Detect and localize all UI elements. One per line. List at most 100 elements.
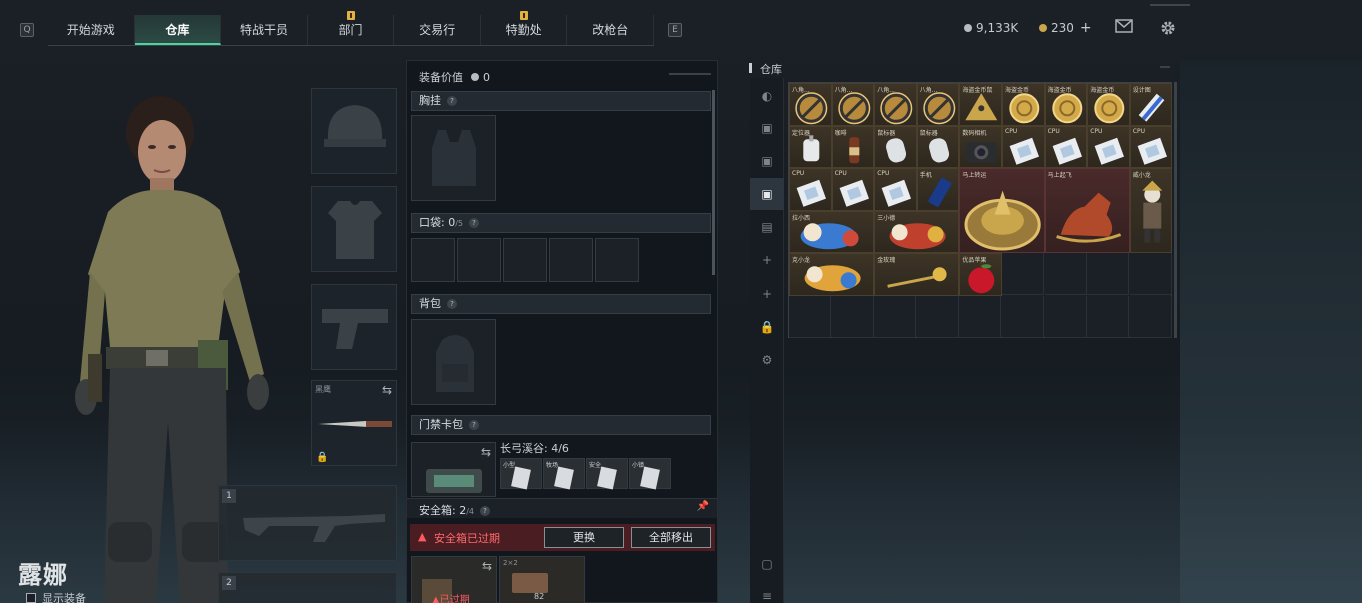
keycard-item[interactable]: 牧场 bbox=[543, 458, 585, 490]
warehouse-settings-icon[interactable]: ⚙ bbox=[750, 344, 784, 376]
pistol-slot[interactable] bbox=[311, 284, 397, 370]
grid-cell[interactable] bbox=[1002, 253, 1044, 296]
warehouse-item[interactable]: 定位器 bbox=[789, 125, 832, 169]
warehouse-item[interactable]: CPU bbox=[1087, 125, 1130, 169]
warehouse-item[interactable]: CPU bbox=[1044, 125, 1088, 169]
prev-tab-key[interactable]: Q bbox=[20, 23, 34, 37]
next-tab-key[interactable]: E bbox=[668, 23, 682, 37]
layers-icon[interactable]: ≡ bbox=[750, 580, 784, 603]
warehouse-item[interactable]: 海盗金币 bbox=[1087, 83, 1130, 126]
chest-rig-slot[interactable] bbox=[411, 115, 496, 201]
armor-slot[interactable] bbox=[311, 186, 397, 272]
remove-all-button[interactable]: 全部移出 bbox=[631, 527, 711, 548]
safe-box-slot[interactable]: ⇆ ▲已过期 bbox=[411, 556, 497, 603]
warehouse-tab-all-icon[interactable]: ◐ bbox=[750, 80, 784, 112]
warehouse-item[interactable]: CPU bbox=[874, 168, 917, 211]
grid-cell[interactable] bbox=[1129, 296, 1172, 338]
helmet-slot[interactable] bbox=[311, 88, 397, 174]
primary-weapon-slot-1[interactable] bbox=[218, 485, 397, 561]
warehouse-item[interactable]: CPU bbox=[789, 168, 832, 211]
pocket-slot-2[interactable] bbox=[457, 238, 501, 282]
warehouse-item[interactable]: 八角... bbox=[874, 83, 917, 126]
swap-icon[interactable]: ⇆ bbox=[482, 559, 492, 573]
tab-3[interactable]: 部门 bbox=[308, 11, 395, 45]
grid-cell[interactable] bbox=[1087, 296, 1130, 338]
warehouse-item[interactable]: CPU bbox=[831, 168, 875, 211]
grid-cell[interactable] bbox=[1129, 253, 1172, 296]
help-icon[interactable]: ? bbox=[469, 218, 479, 228]
melee-slot[interactable]: 黑鹰 ⇆ 🔒 bbox=[311, 380, 397, 466]
warehouse-item[interactable]: 金玫瑰 bbox=[874, 253, 960, 296]
warehouse-item[interactable]: 数码相机 bbox=[959, 125, 1002, 169]
help-icon[interactable]: ? bbox=[469, 420, 479, 430]
warehouse-item[interactable]: 拉小西 bbox=[789, 210, 875, 254]
warehouse-item[interactable]: 八角... bbox=[831, 83, 875, 126]
warehouse-tab-3-icon[interactable]: ▣ bbox=[750, 178, 784, 210]
warehouse-item[interactable]: 海盗金币鼠 bbox=[959, 83, 1002, 126]
warehouse-item[interactable]: 八角... bbox=[789, 83, 832, 126]
tab-4[interactable]: 交易行 bbox=[394, 15, 481, 45]
equipment-scrollbar[interactable] bbox=[712, 90, 715, 275]
warehouse-scrollbar[interactable] bbox=[1174, 82, 1177, 338]
toy-blue-icon bbox=[790, 212, 873, 253]
pocket-slot-3[interactable] bbox=[503, 238, 547, 282]
sort-icon[interactable]: ▢ bbox=[750, 548, 784, 580]
keycard-case-slot[interactable]: ⇆ bbox=[411, 442, 496, 497]
pocket-slot-4[interactable] bbox=[549, 238, 593, 282]
warehouse-item[interactable]: 优品苹果 bbox=[959, 253, 1002, 296]
grid-cell[interactable] bbox=[916, 296, 959, 338]
warehouse-item[interactable]: 威小龙 bbox=[1129, 168, 1173, 254]
keycard-item[interactable]: 小型 bbox=[500, 458, 542, 490]
help-icon[interactable]: ? bbox=[480, 506, 490, 516]
grid-cell[interactable] bbox=[874, 296, 917, 338]
tab-6[interactable]: 改枪台 bbox=[567, 15, 655, 45]
tab-2[interactable]: 特战干员 bbox=[221, 15, 308, 45]
add-currency-button[interactable]: + bbox=[1080, 20, 1092, 36]
replace-button[interactable]: 更换 bbox=[544, 527, 624, 548]
keycard-item[interactable]: 小镇 bbox=[629, 458, 671, 490]
swap-icon[interactable]: ⇆ bbox=[481, 445, 491, 459]
warehouse-item[interactable]: 手机 bbox=[916, 168, 960, 211]
warehouse-item[interactable]: 设计图 bbox=[1129, 83, 1173, 126]
warehouse-item[interactable]: CPU bbox=[1002, 125, 1045, 169]
tab-5[interactable]: 特勤处 bbox=[481, 11, 568, 45]
grid-cell[interactable] bbox=[1087, 253, 1130, 296]
safe-box-item[interactable]: 2×2 82 bbox=[499, 556, 585, 603]
primary-weapon-slot-2[interactable] bbox=[218, 572, 397, 603]
swap-icon[interactable]: ⇆ bbox=[382, 383, 392, 397]
grid-cell[interactable] bbox=[831, 296, 874, 338]
warehouse-item[interactable]: 鼠标器 bbox=[916, 125, 960, 169]
grid-cell[interactable] bbox=[959, 296, 1002, 338]
warehouse-item[interactable]: CPU bbox=[1129, 125, 1173, 169]
backpack-slot[interactable] bbox=[411, 319, 496, 405]
tab-1[interactable]: 仓库 bbox=[134, 15, 222, 45]
mail-icon[interactable] bbox=[1115, 19, 1133, 37]
keycard-item[interactable]: 安全 bbox=[586, 458, 628, 490]
warehouse-item[interactable]: 海盗金币 bbox=[1002, 83, 1045, 126]
warehouse-item[interactable]: 马上转运 bbox=[959, 168, 1045, 254]
warehouse-tab-2-icon[interactable]: ▣ bbox=[750, 145, 784, 177]
add-tab-icon[interactable]: + bbox=[750, 244, 784, 276]
warehouse-item[interactable]: 克小龙 bbox=[789, 253, 875, 296]
settings-gear-icon[interactable] bbox=[1159, 19, 1177, 37]
grid-cell[interactable] bbox=[1002, 296, 1044, 338]
help-icon[interactable]: ? bbox=[447, 299, 457, 309]
warehouse-tab-1-icon[interactable]: ▣ bbox=[750, 112, 784, 144]
grid-cell[interactable] bbox=[1044, 253, 1087, 296]
warehouse-item[interactable]: 三小德 bbox=[874, 210, 960, 254]
warehouse-tab-4-icon[interactable]: ▤ bbox=[750, 211, 784, 243]
show-equipment-checkbox[interactable] bbox=[26, 593, 36, 603]
pocket-slot-1[interactable] bbox=[411, 238, 455, 282]
help-icon[interactable]: ? bbox=[447, 96, 457, 106]
grid-cell[interactable] bbox=[789, 296, 831, 338]
tab-0[interactable]: 开始游戏 bbox=[48, 15, 135, 45]
pocket-slot-5[interactable] bbox=[595, 238, 639, 282]
grid-cell[interactable] bbox=[1044, 296, 1087, 338]
show-equipment-toggle[interactable]: 显示装备 bbox=[26, 590, 86, 603]
warehouse-item[interactable]: 鼠标器 bbox=[874, 125, 917, 169]
warehouse-item[interactable]: 八角... bbox=[916, 83, 960, 126]
warehouse-item[interactable]: 海盗金币 bbox=[1044, 83, 1088, 126]
warehouse-item[interactable]: 咖啡 bbox=[831, 125, 875, 169]
pin-icon[interactable]: 📌 bbox=[697, 501, 709, 512]
warehouse-item[interactable]: 马上起飞 bbox=[1044, 168, 1130, 254]
